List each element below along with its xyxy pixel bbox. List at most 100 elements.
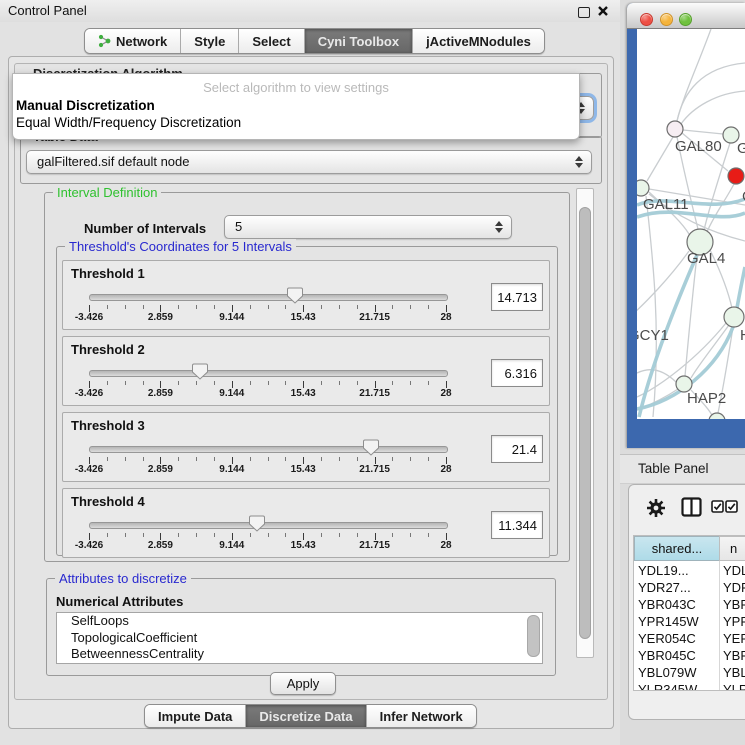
tab-cyni-toolbox[interactable]: Cyni Toolbox xyxy=(305,29,413,53)
slider-thumb[interactable] xyxy=(249,515,265,532)
threshold-value-field[interactable]: 6.316 xyxy=(491,359,543,387)
attribute-list-item[interactable]: BetweennessCentrality xyxy=(57,646,542,663)
tab-style[interactable]: Style xyxy=(181,29,239,53)
table-row[interactable]: YBL079WYBL0 xyxy=(634,664,745,681)
tick-mark xyxy=(250,305,251,309)
minimize-light[interactable] xyxy=(660,13,673,26)
columns-icon[interactable] xyxy=(681,497,702,517)
table-cell: YER0 xyxy=(723,630,745,647)
scrollbar-thumb[interactable] xyxy=(579,207,591,639)
tick-mark xyxy=(250,533,251,537)
node-GAL80[interactable] xyxy=(667,121,683,137)
node-label: H xyxy=(740,327,745,344)
tab-network[interactable]: Network xyxy=(85,29,181,53)
vertical-scrollbar[interactable] xyxy=(576,188,594,658)
table-header-row: shared...n xyxy=(634,536,745,561)
tick-mark xyxy=(196,457,197,461)
threshold-value-field[interactable]: 21.4 xyxy=(491,435,543,463)
node-label: GAL11 xyxy=(643,196,689,213)
tick-mark xyxy=(160,533,161,540)
table-cell: YPR145W xyxy=(638,613,718,630)
tab-infer-network[interactable]: Infer Network xyxy=(367,705,476,727)
table-cell: YDL19... xyxy=(638,562,718,579)
combo-stepper-icon xyxy=(495,220,503,234)
network-window-titlebar[interactable] xyxy=(627,3,745,29)
threshold-value-field[interactable]: 11.344 xyxy=(491,511,543,539)
table-cell: YBR0 xyxy=(723,596,745,613)
zoom-light[interactable] xyxy=(679,13,692,26)
table-cell: YLR3 xyxy=(723,681,745,691)
column-header-2[interactable]: n xyxy=(719,536,745,561)
table-data-combobox[interactable]: galFiltered.sif default node xyxy=(26,150,592,174)
tick-mark xyxy=(178,533,179,537)
slider-thumb[interactable] xyxy=(287,287,303,304)
tick-mark xyxy=(392,533,393,537)
tick-mark xyxy=(214,457,215,461)
float-window-icon[interactable] xyxy=(578,7,590,18)
tick-mark xyxy=(410,533,411,537)
tick-mark xyxy=(214,381,215,385)
combo-stepper-icon xyxy=(575,155,583,169)
slider-thumb[interactable] xyxy=(192,363,208,380)
tab-discretize-data[interactable]: Discretize Data xyxy=(246,705,366,727)
tick-mark xyxy=(178,305,179,309)
slider-track[interactable] xyxy=(89,446,448,453)
tab-select[interactable]: Select xyxy=(239,29,304,53)
node-label: GAL80 xyxy=(675,138,722,155)
panel-title: Control Panel xyxy=(8,3,87,18)
node-attribute-table[interactable]: shared...n YDL19...YDL1YDR27...YDR2YBR04… xyxy=(633,535,745,691)
apply-button[interactable]: Apply xyxy=(270,672,336,695)
column-header-1[interactable]: shared... xyxy=(634,536,720,561)
tick-mark xyxy=(160,457,161,464)
table-row[interactable]: YBR045CYBR0 xyxy=(634,647,745,664)
table-row[interactable]: YDL19...YDL1 xyxy=(634,562,745,579)
tick-mark xyxy=(428,533,429,537)
slider-thumb[interactable] xyxy=(363,439,379,456)
node-H[interactable] xyxy=(724,307,744,327)
table-row[interactable]: YLR345WYLR3 xyxy=(634,681,745,691)
node-red[interactable] xyxy=(728,168,744,184)
slider-track[interactable] xyxy=(89,370,448,377)
tick-mark xyxy=(107,381,108,385)
table-cell: YBR045C xyxy=(638,647,718,664)
slider-track[interactable] xyxy=(89,294,448,301)
tab-jactivemnodules[interactable]: jActiveMNodules xyxy=(413,29,544,53)
close-light[interactable] xyxy=(640,13,653,26)
tick-label: 2.859 xyxy=(148,312,173,323)
slider-zone: -3.4262.8599.14415.4321.71528 xyxy=(89,337,446,405)
tab-impute-data[interactable]: Impute Data xyxy=(145,705,246,727)
tab-label: Impute Data xyxy=(158,709,232,724)
table-cell: YDR27... xyxy=(638,579,718,596)
attribute-list-item[interactable]: TopologicalCoefficient xyxy=(57,630,542,647)
attribute-list-item[interactable]: SelfLoops xyxy=(57,613,542,630)
node-label: G xyxy=(737,140,745,157)
checkbox-checked-icon[interactable] xyxy=(725,500,738,513)
tick-mark xyxy=(410,457,411,461)
tick-mark xyxy=(375,457,376,464)
close-icon[interactable] xyxy=(597,5,609,17)
network-graph[interactable]: GAL80GGAL11CGAL4GCY1HHAP2 xyxy=(637,29,745,419)
checkbox-checked-icon[interactable] xyxy=(711,500,724,513)
tick-label: 15.43 xyxy=(291,464,316,475)
tick-label: 2.859 xyxy=(148,388,173,399)
table-row[interactable]: YPR145WYPR1 xyxy=(634,613,745,630)
tab-label: Discretize Data xyxy=(259,709,352,724)
tick-mark xyxy=(125,305,126,309)
node-GAL11[interactable] xyxy=(637,180,649,196)
list-scrollbar[interactable] xyxy=(527,615,540,657)
table-row[interactable]: YDR27...YDR2 xyxy=(634,579,745,596)
number-of-intervals-combobox[interactable]: 5 xyxy=(224,215,512,239)
tick-mark xyxy=(321,381,322,385)
network-canvas[interactable]: GAL80GGAL11CGAL4GCY1HHAP2 xyxy=(637,29,745,419)
popup-option[interactable]: Equal Width/Frequency Discretization xyxy=(16,115,241,130)
gear-icon[interactable] xyxy=(645,497,667,519)
slider-zone: -3.4262.8599.14415.4321.71528 xyxy=(89,489,446,557)
table-row[interactable]: YBR043CYBR0 xyxy=(634,596,745,613)
tick-label: 21.715 xyxy=(359,312,390,323)
threshold-value-field[interactable]: 14.713 xyxy=(491,283,543,311)
slider-track[interactable] xyxy=(89,522,448,529)
numerical-attributes-list[interactable]: SelfLoopsTopologicalCoefficientBetweenne… xyxy=(56,612,543,664)
popup-option[interactable]: Manual Discretization xyxy=(16,98,155,113)
table-row[interactable]: YER054CYER0 xyxy=(634,630,745,647)
tick-mark xyxy=(303,381,304,388)
